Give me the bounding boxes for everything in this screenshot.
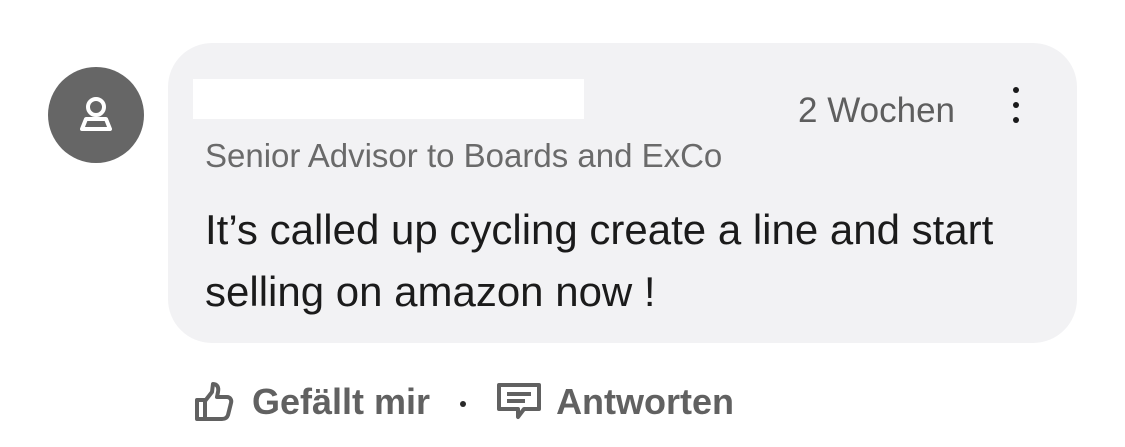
author-headline: Senior Advisor to Boards and ExCo <box>205 137 723 174</box>
author-name-redacted[interactable] <box>193 79 584 119</box>
avatar[interactable] <box>48 67 144 163</box>
comment-timestamp: 2 Wochen <box>798 91 955 130</box>
reply-label: Antworten <box>556 381 735 422</box>
more-vertical-icon <box>1013 87 1019 93</box>
action-separator <box>460 401 467 407</box>
reply-button[interactable]: Antworten <box>496 382 734 422</box>
thumbs-up-icon <box>192 380 236 424</box>
comment-bubble: 2 Wochen Senior Advisor to Boards and Ex… <box>168 43 1077 343</box>
comment-actions: Gefällt mir Antworten <box>192 372 734 432</box>
speech-bubble-icon <box>496 382 542 422</box>
more-options-button[interactable] <box>996 83 1036 127</box>
person-placeholder-icon <box>80 97 112 131</box>
comment-text: It’s called up cycling create a line and… <box>205 206 994 315</box>
like-label: Gefällt mir <box>252 381 431 422</box>
like-button[interactable]: Gefällt mir <box>192 380 430 424</box>
